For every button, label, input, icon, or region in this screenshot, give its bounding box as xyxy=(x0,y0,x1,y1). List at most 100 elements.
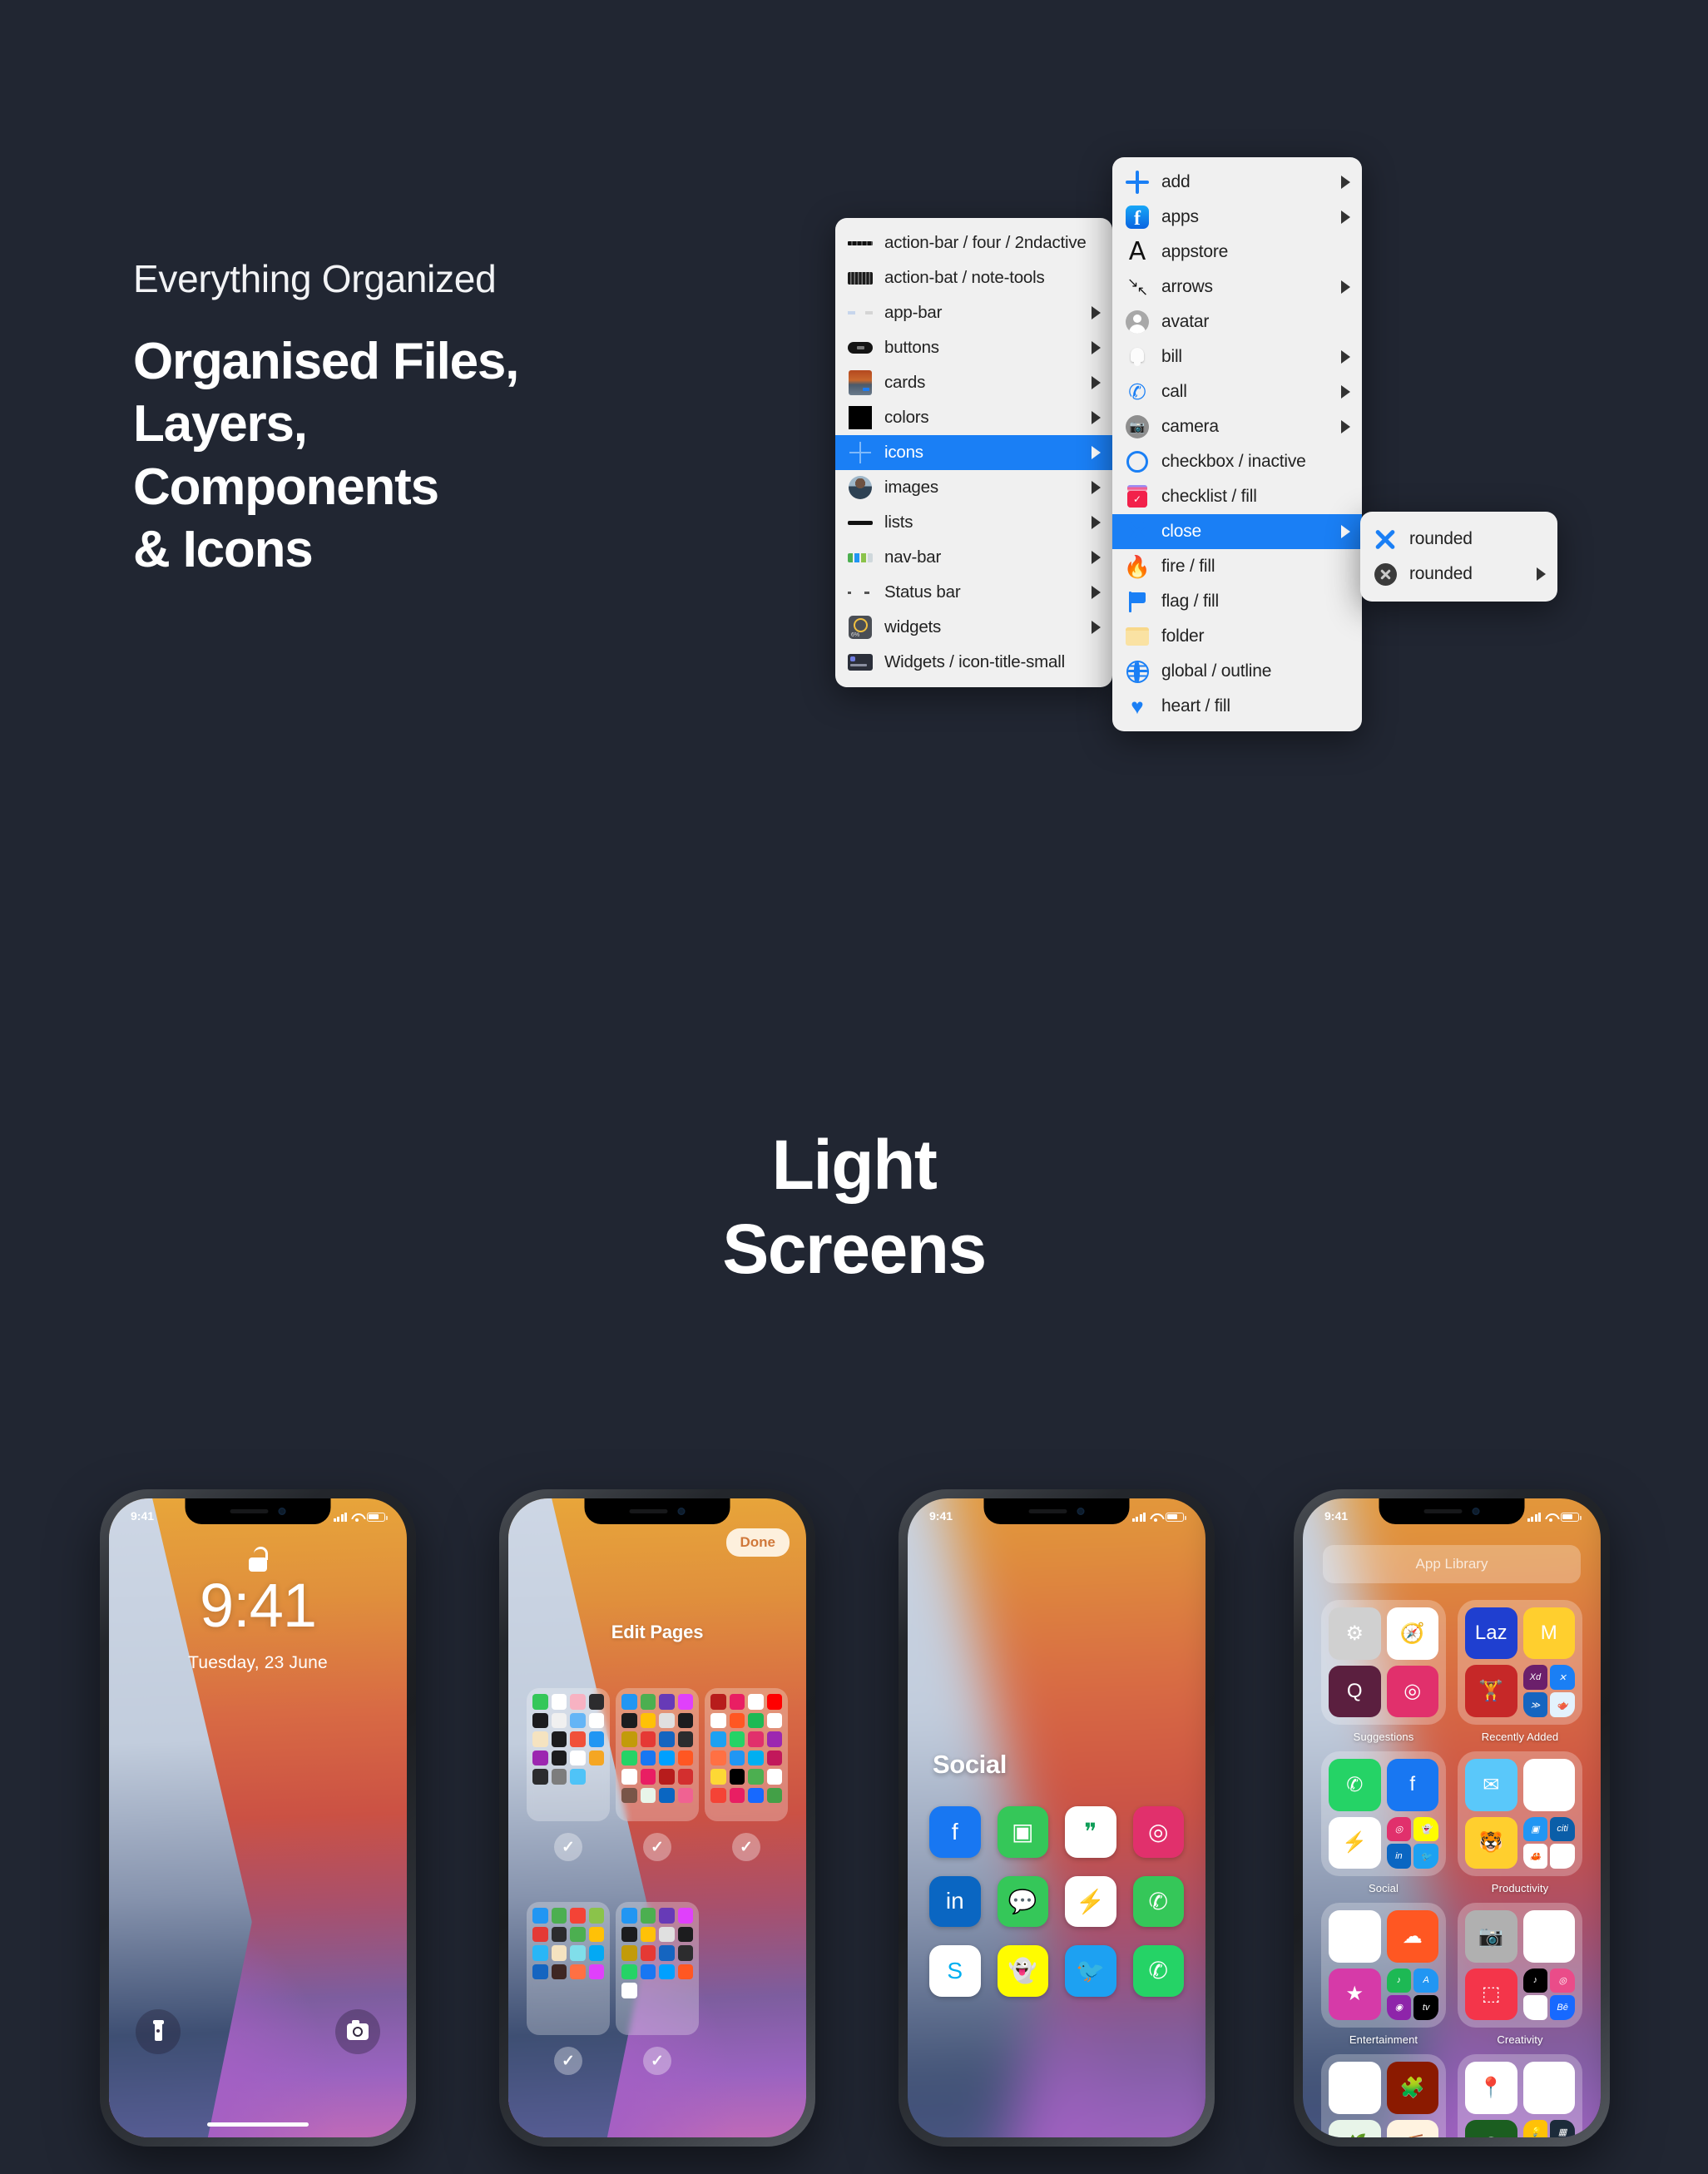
app-library-search-field[interactable]: App Library xyxy=(1323,1545,1581,1583)
icon-item-folder[interactable]: folder xyxy=(1112,619,1362,654)
app-icon-linkedin[interactable]: in xyxy=(929,1875,981,1927)
app-icon-facetime[interactable]: ▣ xyxy=(997,1806,1048,1858)
mini-app-cluster[interactable]: ♪ A ◉ tv xyxy=(1386,1968,1438,2020)
close-variants-submenu[interactable]: rounded rounded xyxy=(1360,512,1557,602)
icon-item-arrows[interactable]: ↘ ↖ arrows xyxy=(1112,270,1362,305)
app-icon[interactable]: ✆ xyxy=(1329,1759,1381,1811)
camera-button[interactable] xyxy=(335,2009,380,2054)
app-icon[interactable]: Laz xyxy=(1465,1607,1517,1659)
menu-item-lists[interactable]: lists xyxy=(835,505,1112,540)
mini-app-icon[interactable]: A xyxy=(1413,1968,1438,1993)
app-icon[interactable]: ✳ xyxy=(1522,1759,1575,1811)
app-icon[interactable]: 🌿 xyxy=(1329,2119,1381,2137)
mini-app-icon[interactable]: ▣ xyxy=(1522,1816,1548,1842)
app-icon-twitter[interactable]: 🐦 xyxy=(1065,1945,1116,1997)
mini-app-icon[interactable]: ◉ xyxy=(1386,1994,1412,2020)
app-icon[interactable]: ☪ xyxy=(1465,2119,1517,2137)
menu-item-widgets-icon-title-small[interactable]: Widgets / icon-title-small xyxy=(835,645,1112,680)
mini-app-icon[interactable]: in xyxy=(1386,1844,1412,1869)
app-icon[interactable]: G xyxy=(1522,2062,1575,2114)
mini-app-icon[interactable]: ❀ xyxy=(1522,1995,1548,2020)
mini-app-icon[interactable]: tv xyxy=(1413,1994,1438,2020)
app-icon-skype[interactable]: S xyxy=(929,1945,981,1997)
app-icon[interactable]: ✱ xyxy=(1522,1910,1575,1963)
app-library-category[interactable]: ◉🧩 🌿 🍜 xyxy=(1321,2054,1446,2137)
page-checkbox[interactable]: ✓ xyxy=(643,2047,671,2075)
mini-app-cluster[interactable]: 💡▦·· xyxy=(1522,2119,1575,2137)
app-library-category[interactable]: ▶ ☁ ★ ♪ A ◉ tv Entertainment xyxy=(1321,1903,1446,2046)
variant-item-rounded[interactable]: rounded xyxy=(1360,557,1557,592)
mini-app-icon[interactable]: 🦀 xyxy=(1522,1844,1548,1869)
menu-item-status-bar[interactable]: Status bar xyxy=(835,575,1112,610)
app-icon[interactable]: Q xyxy=(1329,1665,1381,1717)
app-icon[interactable]: ◉ xyxy=(1329,2062,1381,2114)
app-library-category[interactable]: Laz M 🏋 Xd ✕ ≫ 🫖 Recently Added xyxy=(1458,1600,1582,1743)
app-library-category[interactable]: 📍G ☪ 💡▦·· xyxy=(1458,2054,1582,2137)
page-checkbox[interactable]: ✓ xyxy=(554,1833,582,1861)
menu-item-widgets[interactable]: widgets xyxy=(835,610,1112,645)
page-checkbox[interactable]: ✓ xyxy=(554,2047,582,2075)
mini-app-icon[interactable]: ≫ xyxy=(1522,1692,1548,1717)
done-button[interactable]: Done xyxy=(725,1528,790,1557)
app-library-category[interactable]: ⚙ 🧭 Q ◎ Suggestions xyxy=(1321,1600,1446,1743)
icon-item-close[interactable]: close xyxy=(1112,514,1362,549)
app-icon-phone[interactable]: ✆ xyxy=(1132,1875,1184,1927)
app-icon-hangouts[interactable]: ❞ xyxy=(1065,1806,1116,1858)
app-library-category[interactable]: ✆ f ⚡ ◎ 👻 in 🐦 Social xyxy=(1321,1751,1446,1894)
app-library-category[interactable]: 📷 ✱ ⬚ ♪ ◎ ❀ Bē Creativity xyxy=(1458,1903,1582,2046)
app-icon[interactable]: ▶ xyxy=(1329,1910,1381,1963)
app-library-category[interactable]: ✉ ✳ 🐯 ▣ citi 🦀 ⁝ Productivity xyxy=(1458,1751,1582,1894)
app-icon[interactable]: ⚡ xyxy=(1329,1816,1381,1869)
menu-item-images[interactable]: images xyxy=(835,470,1112,505)
home-page-thumbnail[interactable]: ✓ xyxy=(527,1688,610,1861)
icon-item-heart-fill[interactable]: ♥ heart / fill xyxy=(1112,689,1362,724)
mini-app-cluster[interactable]: Xd ✕ ≫ 🫖 xyxy=(1522,1665,1575,1717)
page-checkbox[interactable]: ✓ xyxy=(643,1833,671,1861)
app-icon[interactable]: 🧩 xyxy=(1386,2062,1438,2114)
mini-app-cluster[interactable]: ♪ ◎ ❀ Bē xyxy=(1522,1968,1575,2020)
icon-item-checklist-fill[interactable]: checklist / fill xyxy=(1112,479,1362,514)
mini-app-icon[interactable]: ◎ xyxy=(1550,1968,1575,1993)
menu-item-cards[interactable]: cards xyxy=(835,365,1112,400)
mini-app-icon[interactable]: 🫖 xyxy=(1550,1692,1575,1717)
mini-app-icon[interactable]: ◎ xyxy=(1386,1816,1412,1842)
mini-app-icon[interactable]: Bē xyxy=(1550,1995,1575,2020)
icon-item-avatar[interactable]: avatar xyxy=(1112,305,1362,339)
app-icon[interactable]: M xyxy=(1522,1607,1575,1659)
component-library-menu[interactable]: action-bar / four / 2ndactive action-bat … xyxy=(835,218,1112,687)
menu-item-buttons[interactable]: buttons xyxy=(835,330,1112,365)
mini-app-icon[interactable]: ✕ xyxy=(1550,1665,1575,1690)
app-icon[interactable]: 📍 xyxy=(1465,2062,1517,2114)
app-icon-messages[interactable]: 💬 xyxy=(997,1875,1048,1927)
app-icon[interactable]: f xyxy=(1386,1759,1438,1811)
app-icon[interactable]: ◎ xyxy=(1386,1665,1438,1717)
icon-item-global-outline[interactable]: global / outline xyxy=(1112,654,1362,689)
mini-app-icon[interactable]: citi xyxy=(1550,1816,1575,1842)
app-icon[interactable]: 🍜 xyxy=(1386,2119,1438,2137)
app-icon[interactable]: 🧭 xyxy=(1386,1607,1438,1660)
icon-item-call[interactable]: ✆ call xyxy=(1112,374,1362,409)
flashlight-button[interactable] xyxy=(136,2009,181,2054)
mini-app-icon[interactable]: 🐦 xyxy=(1413,1844,1438,1869)
icon-item-checkbox-inactive[interactable]: checkbox / inactive xyxy=(1112,444,1362,479)
mini-app-icon[interactable]: ⁝ xyxy=(1550,1844,1575,1869)
mini-app-icon[interactable]: 👻 xyxy=(1413,1816,1438,1842)
menu-item-action-bat-note-tools[interactable]: action-bat / note-tools xyxy=(835,260,1112,295)
menu-item-action-bar-four-2ndactive[interactable]: action-bar / four / 2ndactive xyxy=(835,225,1112,260)
app-icon[interactable]: ⬚ xyxy=(1465,1968,1517,2020)
icon-item-bill[interactable]: bill xyxy=(1112,339,1362,374)
menu-item-icons[interactable]: icons xyxy=(835,435,1112,470)
icon-item-flag-fill[interactable]: flag / fill xyxy=(1112,584,1362,619)
app-icon[interactable]: ⚙ xyxy=(1329,1607,1381,1660)
mini-app-icon[interactable]: 💡 xyxy=(1522,2119,1548,2137)
mini-app-icon[interactable]: ▦ xyxy=(1550,2119,1575,2137)
mini-app-icon[interactable]: Xd xyxy=(1522,1665,1548,1690)
mini-app-icon[interactable]: ♪ xyxy=(1386,1968,1412,1993)
app-icon[interactable]: ★ xyxy=(1329,1968,1381,2020)
menu-item-nav-bar[interactable]: nav-bar xyxy=(835,540,1112,575)
menu-item-colors[interactable]: colors xyxy=(835,400,1112,435)
app-icon-facebook[interactable]: f xyxy=(929,1806,981,1858)
app-icon[interactable]: 📷 xyxy=(1465,1910,1517,1963)
menu-item-app-bar[interactable]: app-bar xyxy=(835,295,1112,330)
app-icon-whatsapp[interactable]: ✆ xyxy=(1132,1945,1184,1997)
